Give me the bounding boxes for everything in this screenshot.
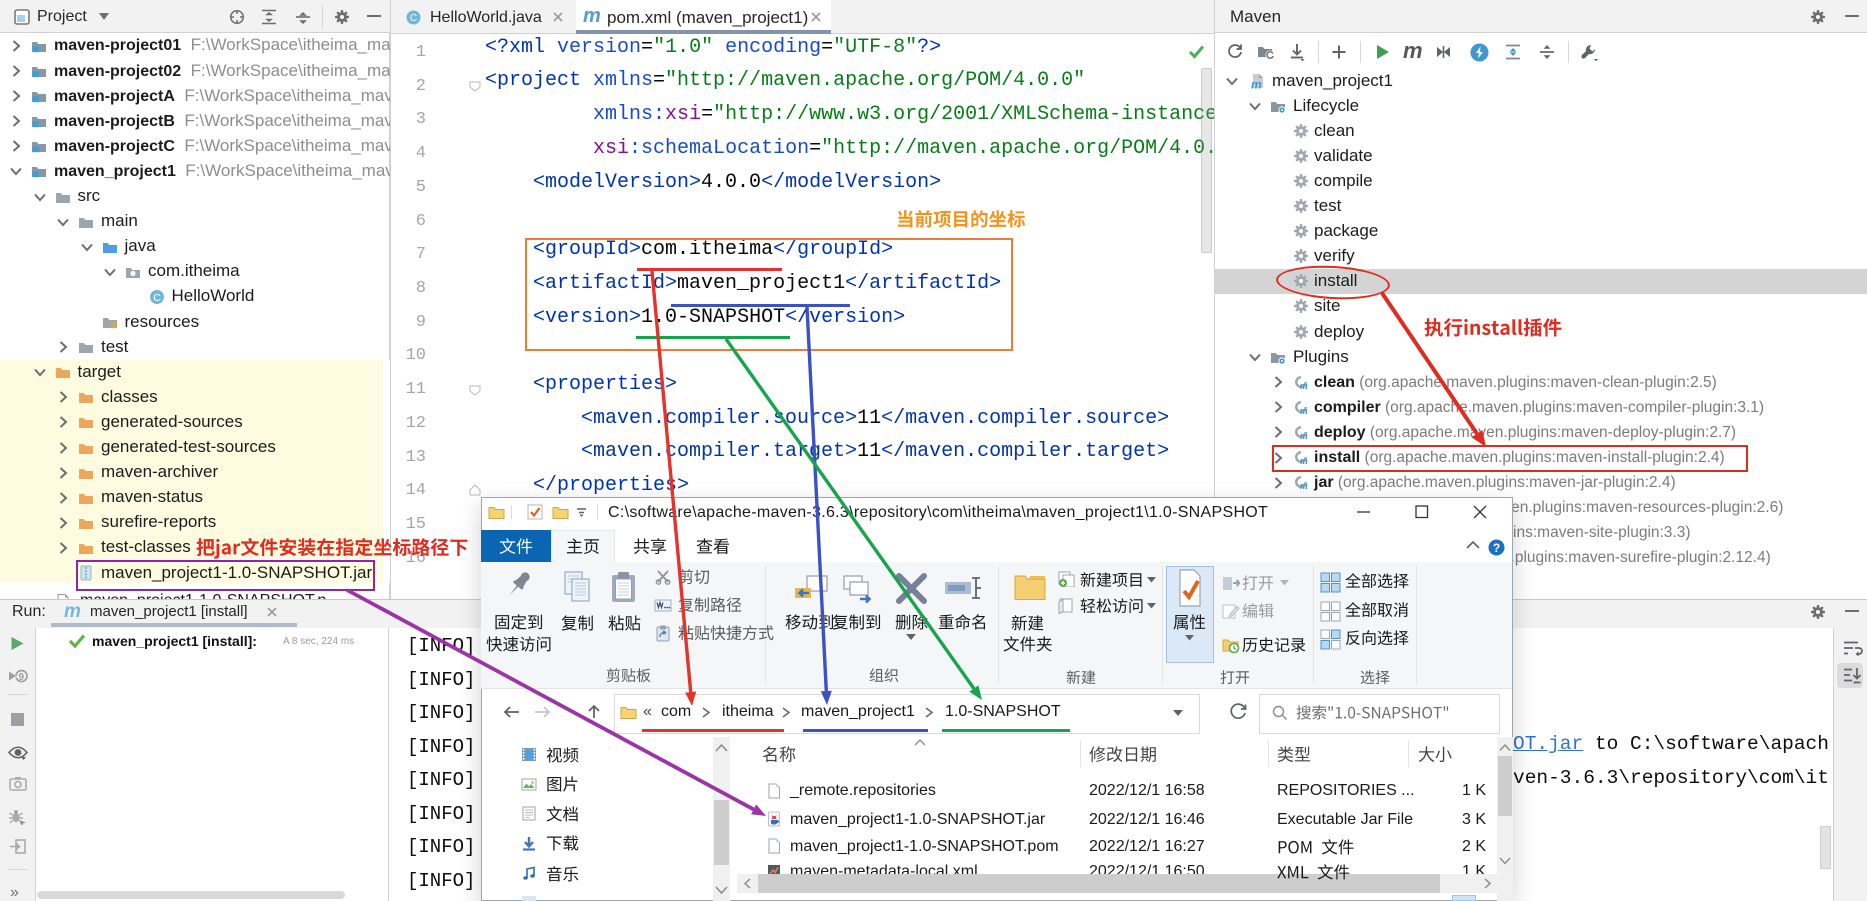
svg-text:m: m (1300, 481, 1308, 491)
svg-text:9: 9 (19, 672, 25, 683)
svg-text:m: m (1300, 381, 1308, 391)
svg-text:?: ? (1493, 541, 1500, 555)
svg-text:C: C (410, 13, 417, 24)
svg-text:C: C (153, 292, 161, 304)
svg-text:m: m (1300, 431, 1308, 441)
svg-text:m: m (1300, 406, 1308, 416)
svg-text:m: m (1251, 77, 1262, 90)
